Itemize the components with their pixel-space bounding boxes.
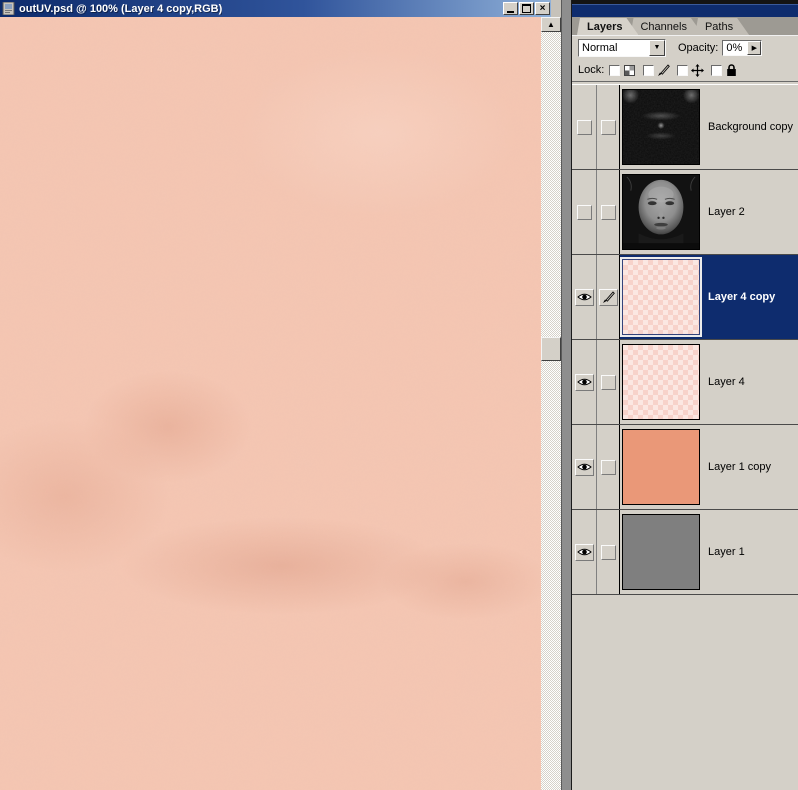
lock-all-checkbox[interactable]: [711, 65, 722, 76]
link-toggle[interactable]: [597, 340, 620, 424]
vertical-scrollbar[interactable]: ▲: [541, 17, 561, 790]
palette-titlebar[interactable]: [572, 4, 798, 17]
scrollbar-thumb[interactable]: [541, 337, 561, 361]
layer-row-layer-1[interactable]: Layer 1: [572, 510, 798, 595]
window-right-edge: [561, 0, 562, 790]
eye-icon: [577, 547, 592, 557]
lock-transparency-checkbox[interactable]: [609, 65, 620, 76]
minimize-button[interactable]: [503, 2, 518, 15]
palette-tab-row: Layers Channels Paths: [572, 17, 798, 35]
layer-name: Layer 1: [708, 546, 745, 558]
blend-mode-select[interactable]: Normal ▼: [578, 39, 666, 57]
empty-link-well: [601, 375, 616, 390]
app-workspace: outUV.psd @ 100% (Layer 4 copy,RGB) × ▲: [0, 0, 798, 790]
layer-row-layer-4[interactable]: Layer 4: [572, 340, 798, 425]
tab-paths[interactable]: Paths: [695, 18, 749, 35]
visibility-toggle[interactable]: [572, 170, 597, 254]
link-toggle[interactable]: [597, 85, 620, 169]
layers-palette: Layers Channels Paths Normal ▼ Opacity: …: [571, 0, 798, 790]
layer-row-background-copy[interactable]: Background copy: [572, 85, 798, 170]
layer-name: Background copy: [708, 121, 793, 133]
layer-name: Layer 2: [708, 206, 745, 218]
visibility-toggle[interactable]: [572, 510, 597, 594]
maximize-button[interactable]: [519, 2, 534, 15]
lock-position-checkbox[interactable]: [677, 65, 688, 76]
empty-eye-well: [577, 205, 592, 220]
layer-name: Layer 4 copy: [708, 291, 775, 303]
document-icon: [2, 2, 15, 15]
tab-layers[interactable]: Layers: [577, 18, 638, 35]
empty-link-well: [601, 120, 616, 135]
layer-row-layer-2[interactable]: Layer 2: [572, 170, 798, 255]
opacity-popup-arrow-icon[interactable]: ▶: [747, 41, 761, 55]
layer-name: Layer 4: [708, 376, 745, 388]
layer-thumbnail[interactable]: [622, 344, 700, 420]
layer-list: Background copy: [572, 85, 798, 595]
paintbrush-icon: [602, 291, 615, 304]
document-titlebar[interactable]: outUV.psd @ 100% (Layer 4 copy,RGB) ×: [0, 0, 551, 17]
visibility-toggle[interactable]: [572, 255, 597, 339]
canvas-smudges: [0, 17, 541, 790]
lock-row: Lock:: [572, 59, 798, 81]
eye-icon: [577, 462, 592, 472]
window-title: outUV.psd @ 100% (Layer 4 copy,RGB): [19, 3, 222, 15]
arrow-up-icon: ▲: [547, 20, 555, 29]
document-window: outUV.psd @ 100% (Layer 4 copy,RGB) × ▲: [0, 0, 562, 790]
paintbrush-icon: [657, 64, 670, 77]
visibility-toggle[interactable]: [572, 425, 597, 509]
active-paint-indicator[interactable]: [597, 255, 620, 339]
empty-link-well: [601, 545, 616, 560]
layer-thumbnail[interactable]: [622, 429, 700, 505]
canvas-area[interactable]: [0, 17, 541, 790]
empty-link-well: [601, 460, 616, 475]
close-button[interactable]: ×: [535, 2, 550, 15]
lock-label: Lock:: [578, 64, 604, 76]
scroll-up-button[interactable]: ▲: [541, 17, 561, 32]
opacity-label: Opacity:: [678, 42, 718, 54]
maximize-icon: [522, 4, 531, 13]
lock-image-checkbox[interactable]: [643, 65, 654, 76]
layer-name: Layer 1 copy: [708, 461, 771, 473]
palette-empty-area: [572, 595, 798, 790]
empty-link-well: [601, 205, 616, 220]
opacity-field[interactable]: 0% ▶: [722, 40, 762, 56]
blend-opacity-row: Normal ▼ Opacity: 0% ▶: [572, 35, 798, 59]
layer-thumbnail[interactable]: [622, 514, 700, 590]
move-arrows-icon: [691, 64, 704, 77]
layer-thumbnail[interactable]: [622, 259, 700, 335]
link-toggle[interactable]: [597, 510, 620, 594]
layer-row-layer-1-copy[interactable]: Layer 1 copy: [572, 425, 798, 510]
layer-row-layer-4-copy[interactable]: Layer 4 copy: [572, 255, 798, 340]
eye-icon: [577, 292, 592, 302]
eye-icon: [577, 377, 592, 387]
link-toggle[interactable]: [597, 425, 620, 509]
minimize-icon: [507, 11, 514, 13]
layer-thumbnail[interactable]: [622, 89, 700, 165]
opacity-value: 0%: [723, 42, 747, 54]
chevron-down-icon[interactable]: ▼: [649, 40, 665, 56]
blend-mode-value: Normal: [579, 42, 649, 54]
tab-channels[interactable]: Channels: [630, 18, 702, 35]
layer-thumbnail[interactable]: [622, 174, 700, 250]
empty-eye-well: [577, 120, 592, 135]
visibility-toggle[interactable]: [572, 340, 597, 424]
close-icon: ×: [540, 4, 546, 14]
padlock-icon: [725, 64, 738, 77]
link-toggle[interactable]: [597, 170, 620, 254]
transparency-checker-icon: [623, 64, 636, 77]
visibility-toggle[interactable]: [572, 85, 597, 169]
